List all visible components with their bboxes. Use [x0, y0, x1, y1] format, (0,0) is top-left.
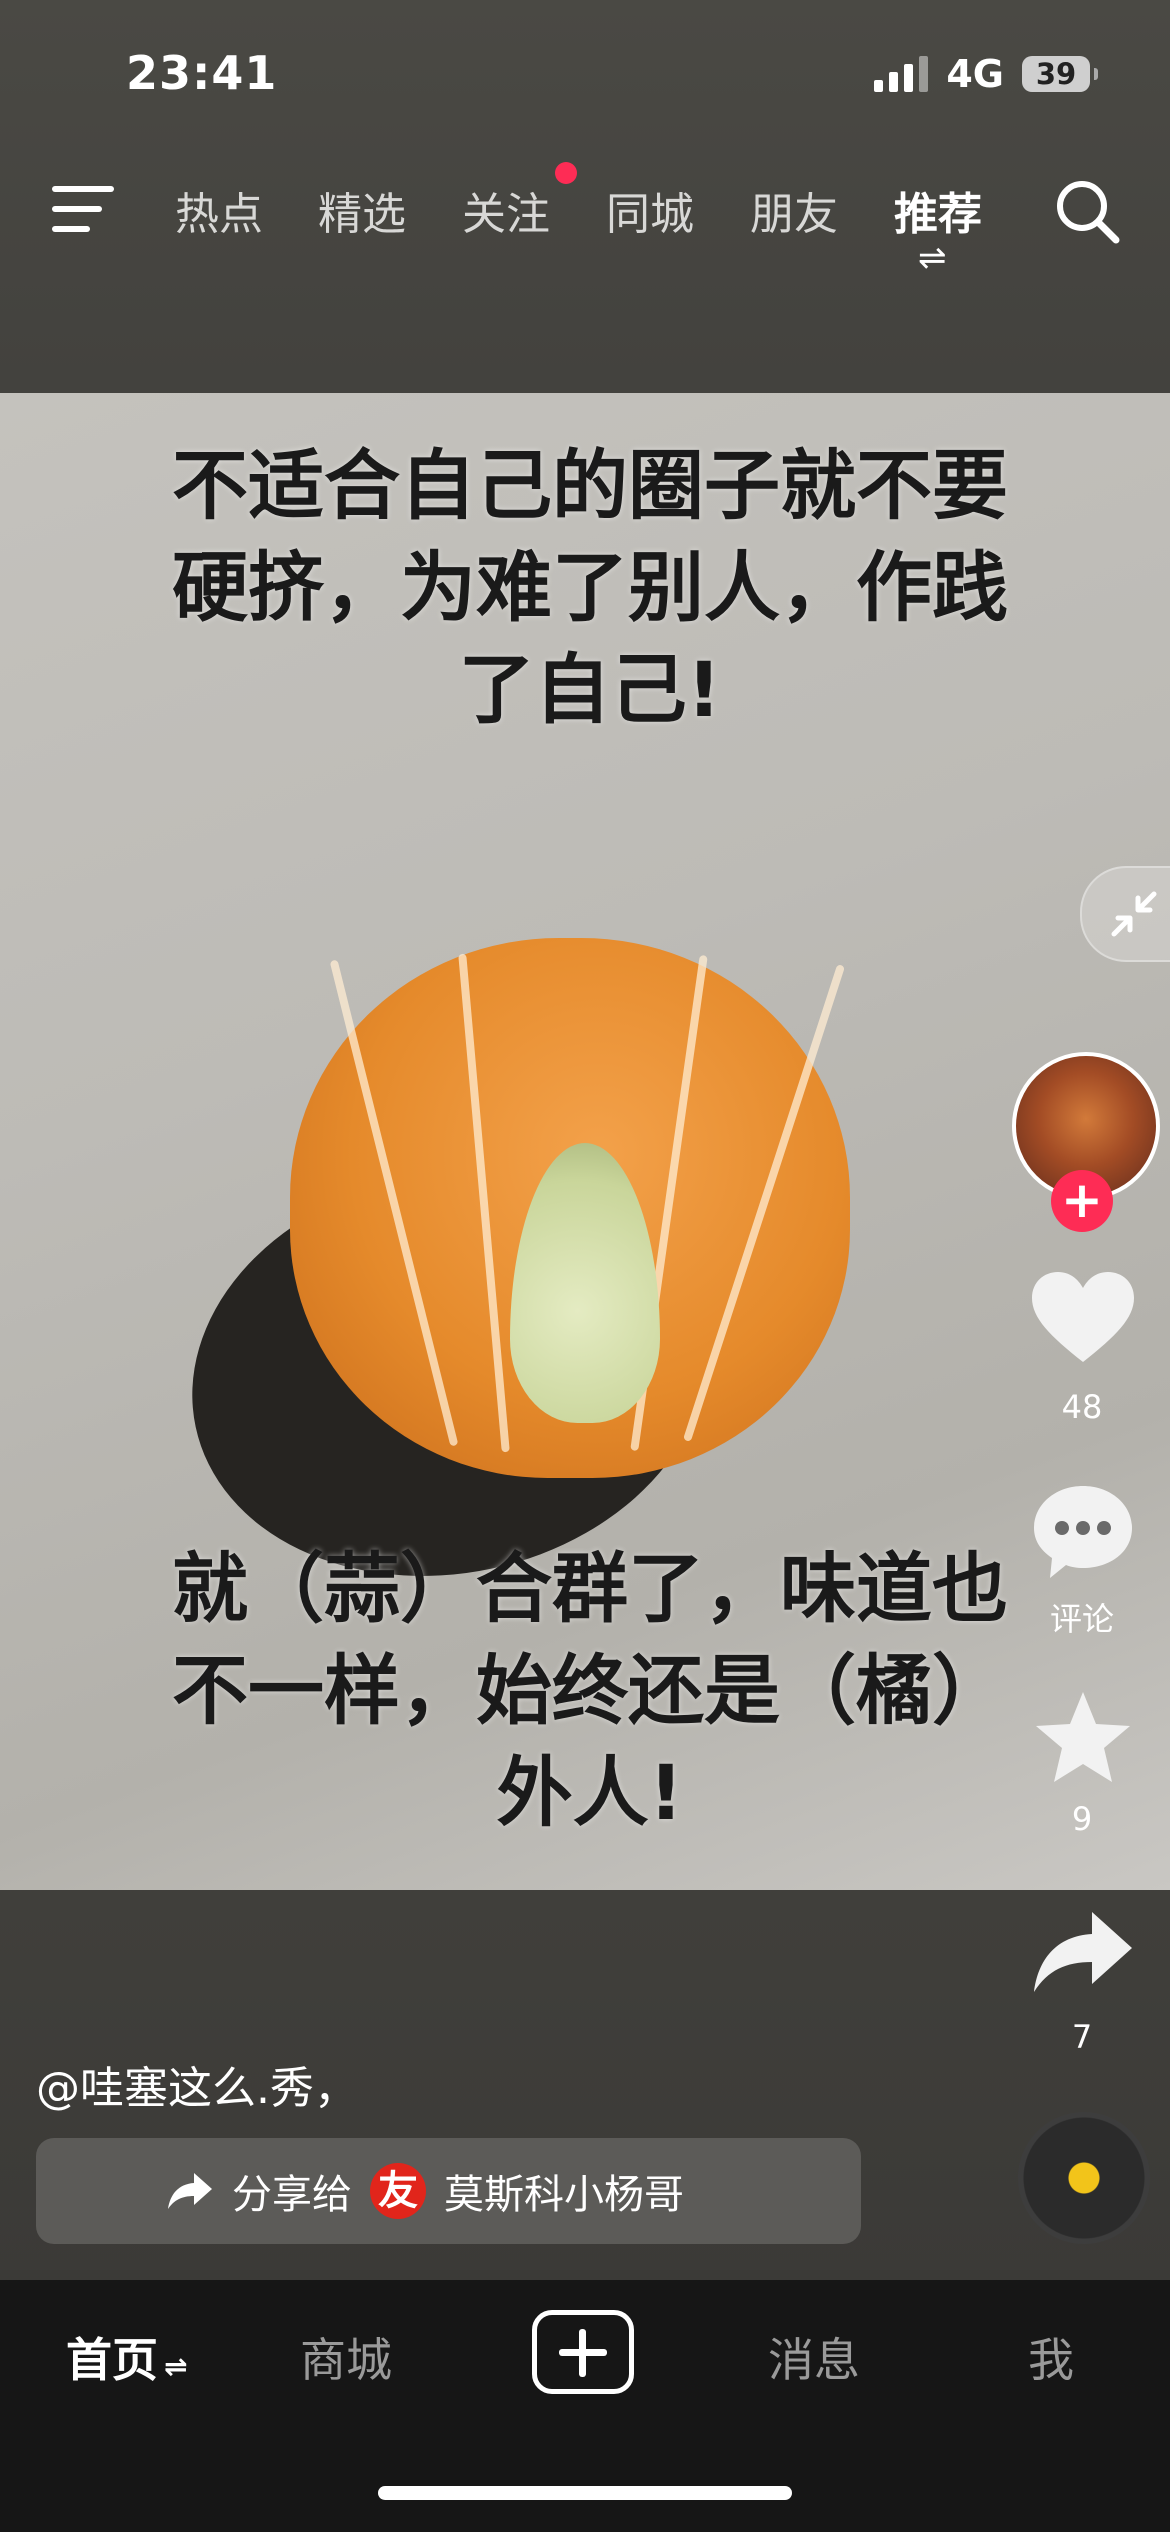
create-post-button[interactable] — [532, 2310, 634, 2394]
tab-recommended[interactable]: 推荐 — [894, 178, 982, 242]
bottom-tab-messages[interactable]: 消息 — [768, 2324, 860, 2390]
collapse-icon — [1111, 891, 1157, 937]
share-to-friend-bar[interactable]: 分享给 友 莫斯科小杨哥 — [36, 2138, 861, 2244]
share-bar-content: 分享给 友 莫斯科小杨哥 — [166, 2138, 684, 2244]
bottom-tab-home-label: 首页 — [66, 2333, 158, 2387]
tab-featured[interactable]: 精选 — [318, 178, 406, 242]
share-count: 7 — [1071, 2018, 1093, 2056]
swap-icon[interactable]: ⇌ — [918, 238, 947, 278]
exit-fullscreen-button[interactable] — [1080, 866, 1170, 962]
tab-local[interactable]: 同城 — [606, 178, 694, 242]
home-indicator[interactable] — [378, 2486, 792, 2500]
caption-line: 外人! — [496, 1748, 684, 1837]
caption-line: 不适合自己的圈子就不要 — [172, 441, 1008, 530]
share-label: 分享给 — [232, 2172, 352, 2218]
star-icon[interactable] — [1030, 1688, 1136, 1788]
caption-bottom: 就（蒜）合群了，味道也 不一样，始终还是（橘） 外人! — [60, 1538, 1120, 1844]
status-indicators: 4G 39 — [874, 52, 1098, 96]
caption-line: 不一样，始终还是（橘） — [172, 1646, 1008, 1735]
notification-dot — [555, 162, 577, 184]
swap-icon: ⇌ — [164, 2350, 188, 2383]
bottom-tab-mall[interactable]: 商城 — [300, 2324, 392, 2390]
share-arrow-icon — [168, 2173, 212, 2209]
tab-hot[interactable]: 热点 — [175, 178, 263, 242]
heart-icon[interactable] — [1030, 1270, 1136, 1366]
app-screen: 23:41 4G 39 热点 精选 关注 同城 朋友 推荐 ⇌ 不适合自己的圈子… — [0, 0, 1170, 2532]
music-disc-icon[interactable] — [1018, 2112, 1150, 2244]
share-friend-name: 莫斯科小杨哥 — [444, 2172, 684, 2218]
caption-line: 了自己! — [458, 645, 722, 734]
follow-button[interactable]: + — [1051, 1170, 1113, 1232]
bottom-tab-me[interactable]: 我 — [1028, 2324, 1074, 2390]
favorite-count: 9 — [1071, 1800, 1093, 1838]
top-nav: 热点 精选 关注 同城 朋友 推荐 — [0, 160, 1170, 260]
caption-line: 硬挤，为难了别人，作践 — [172, 543, 1008, 632]
menu-icon[interactable] — [52, 182, 114, 236]
search-icon[interactable] — [1052, 176, 1122, 246]
author-name[interactable]: @哇塞这么.秀， — [36, 2052, 358, 2116]
network-type: 4G — [946, 52, 1004, 96]
caption-top: 不适合自己的圈子就不要 硬挤，为难了别人，作践 了自己! — [60, 435, 1120, 741]
bottom-tab-home[interactable]: 首页 ⇌ — [66, 2324, 187, 2390]
tab-following[interactable]: 关注 — [462, 178, 550, 242]
battery-icon: 39 — [1022, 56, 1098, 92]
share-icon[interactable] — [1030, 1906, 1136, 1996]
post-image[interactable]: 不适合自己的圈子就不要 硬挤，为难了别人，作践 了自己! 就（蒜）合群了，味道也… — [0, 393, 1170, 1890]
status-time: 23:41 — [126, 46, 278, 100]
comment-label: 评论 — [1049, 1600, 1114, 1638]
signal-icon — [874, 56, 929, 92]
friend-badge: 友 — [370, 2163, 426, 2219]
tab-friends[interactable]: 朋友 — [750, 178, 838, 242]
comment-icon[interactable] — [1030, 1482, 1136, 1582]
caption-line: 就（蒜）合群了，味道也 — [172, 1544, 1008, 1633]
like-count: 48 — [1061, 1388, 1103, 1426]
